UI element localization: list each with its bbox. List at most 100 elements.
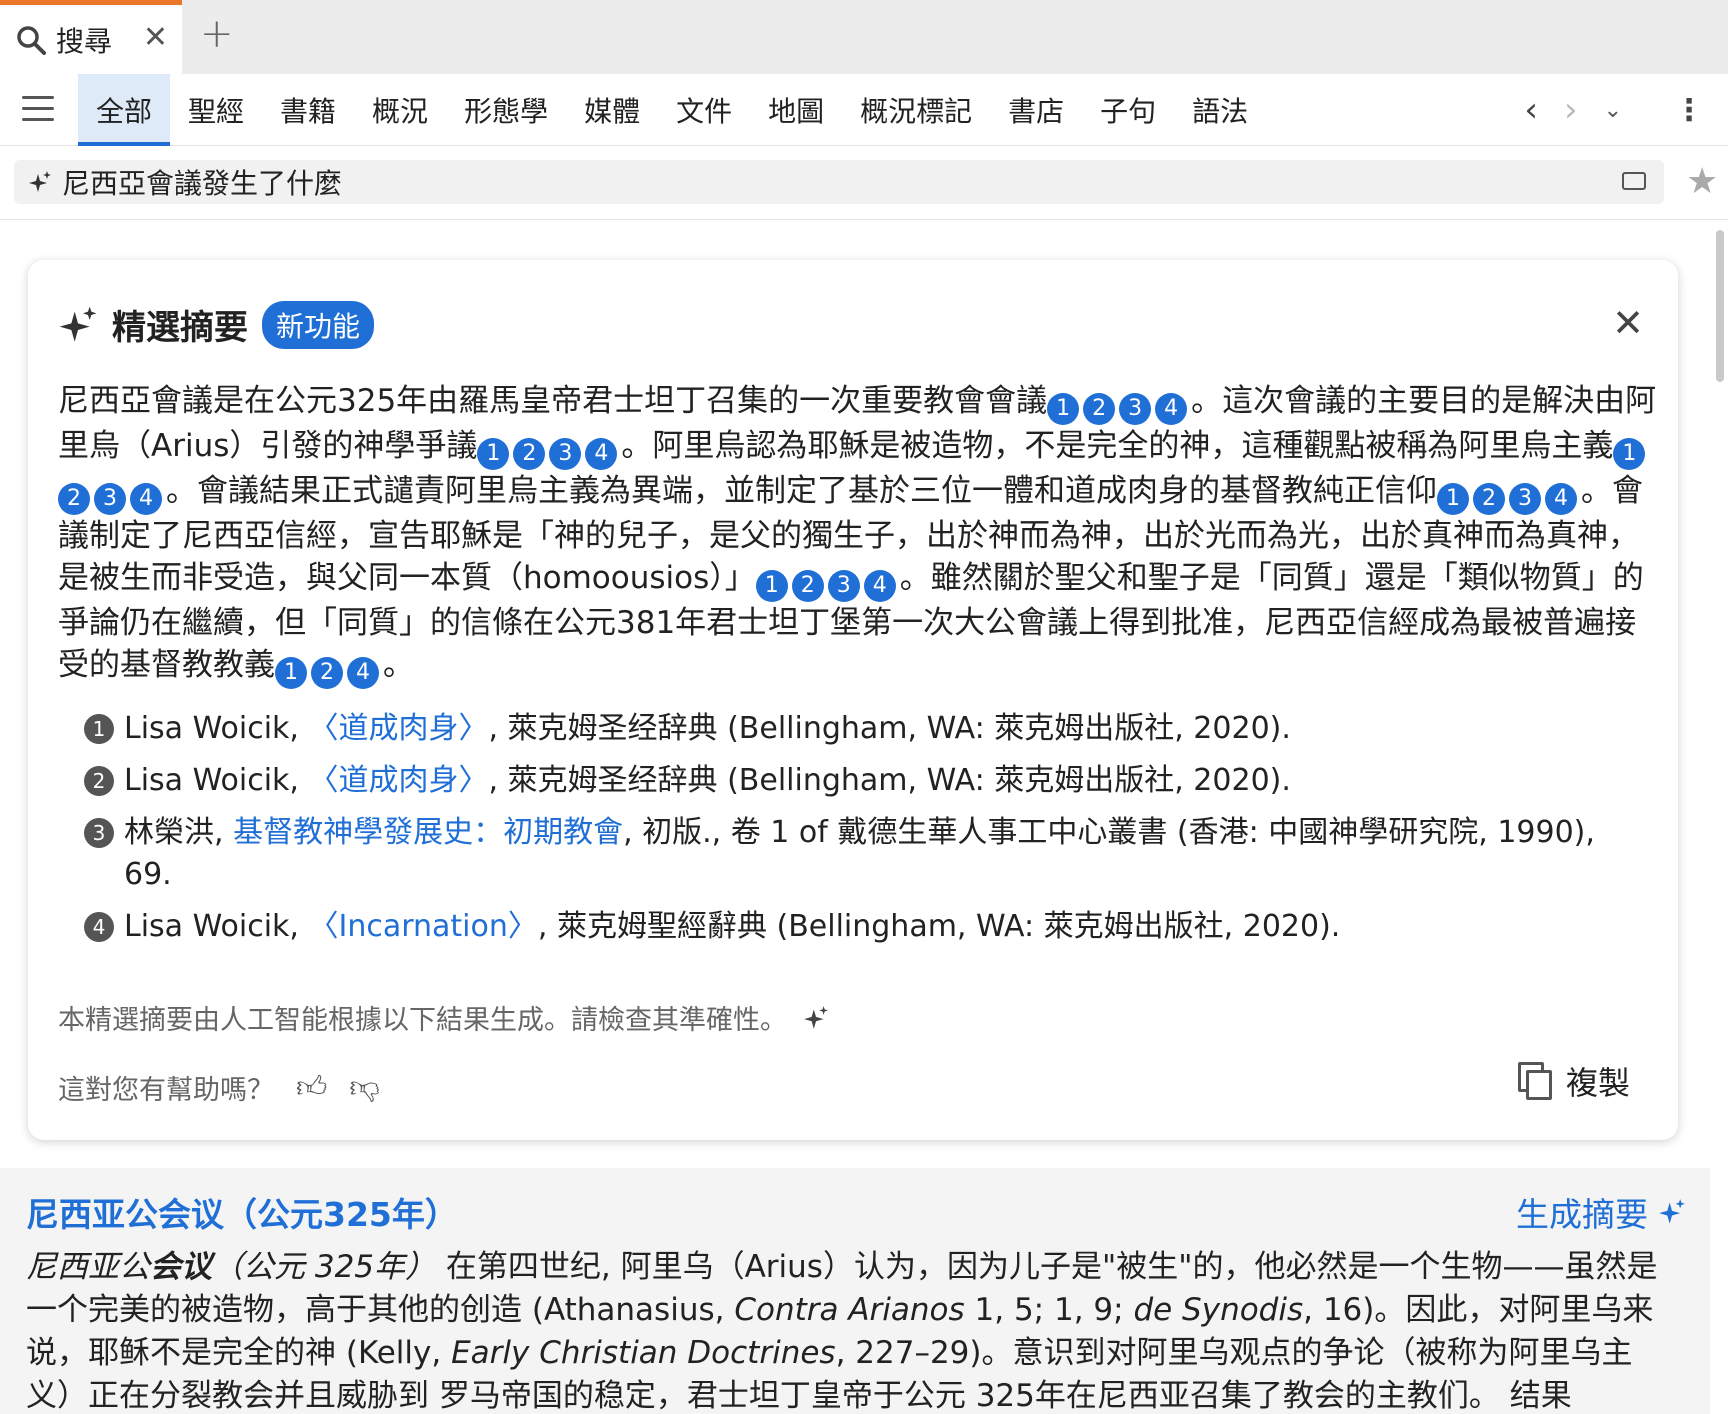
tab-category[interactable]: 概況 <box>354 74 446 146</box>
tab-title: 搜尋 <box>56 24 113 58</box>
chevron-right-icon[interactable]: › <box>1564 90 1578 130</box>
citation-badge[interactable]: 2 <box>1473 483 1505 515</box>
summary-disclaimer: 本精選摘要由人工智能根據以下結果生成。請檢查其準確性。 <box>58 998 829 1037</box>
result-text: 1, 5; 1, 9; <box>964 1292 1134 1328</box>
reference-item: 2 Lisa Woicik, 〈道成肉身〉, 萊克姆圣经辞典 (Bellingha… <box>84 760 1644 802</box>
new-feature-badge: 新功能 <box>262 300 375 349</box>
feedback-row: 這對您有幫助嗎？ 👍︎ 👎︎ <box>58 1068 380 1107</box>
citation-badge[interactable]: 1 <box>477 438 510 470</box>
reference-source: , 萊克姆圣经辞典 (Bellingham, WA: 萊克姆出版社, 2020)… <box>488 711 1291 746</box>
citation-badge[interactable]: 2 <box>791 570 824 602</box>
tab-category[interactable]: 概況標記 <box>842 74 990 146</box>
reference-list: 1 Lisa Woicik, 〈道成肉身〉, 萊克姆圣经辞典 (Bellingha… <box>84 708 1644 958</box>
copy-button[interactable]: 複製 <box>1517 1058 1630 1104</box>
keyboard-icon[interactable] <box>1622 172 1646 190</box>
reference-link[interactable]: 〈道成肉身〉 <box>308 763 488 798</box>
tab-category[interactable]: 語法 <box>1174 74 1266 146</box>
citation-badge[interactable]: 3 <box>94 483 126 515</box>
citation-badge[interactable]: 4 <box>347 657 379 689</box>
copy-label: 複製 <box>1565 1064 1630 1102</box>
citation-badge[interactable]: 4 <box>1545 483 1577 515</box>
tab-category[interactable]: 媒體 <box>566 74 658 146</box>
summary-card: 精選摘要 新功能 ✕ 尼西亞會議是在公元325年由羅馬皇帝君士坦丁召集的一次重要… <box>28 260 1678 1140</box>
result-text: Contra Arianos <box>734 1292 965 1328</box>
citation-badge[interactable]: 2 <box>1083 393 1116 425</box>
citation-badge[interactable]: 4 <box>1155 393 1188 425</box>
star-icon[interactable]: ★ <box>1686 164 1718 200</box>
menu-icon[interactable] <box>22 96 54 122</box>
citation-badge[interactable]: 1 <box>1437 483 1469 515</box>
tab-category[interactable]: 地圖 <box>750 74 842 146</box>
scrollbar[interactable] <box>1716 230 1724 382</box>
tab-category[interactable]: 聖經 <box>170 74 262 146</box>
reference-author: Lisa Woicik, <box>124 909 309 944</box>
search-box <box>14 160 1664 204</box>
summary-title: 精選摘要 <box>112 308 248 348</box>
summary-text: 尼西亞會議是在公元325年由羅馬皇帝君士坦丁召集的一次重要教會會議 <box>58 383 1048 419</box>
reference-number: 3 <box>84 818 114 848</box>
reference-body: 林榮洪, 基督教神學發展史：初期教會, 初版., 卷 1 of 戴德生華人事工中… <box>124 812 1644 896</box>
citation-badge[interactable]: 2 <box>513 438 546 470</box>
citation-badge[interactable]: 3 <box>1119 393 1152 425</box>
citation-badge[interactable]: 1 <box>755 570 788 602</box>
reference-link[interactable]: 〈Incarnation〉 <box>308 909 537 944</box>
tab-bar: 搜尋 ✕ + <box>0 0 1728 74</box>
reference-link[interactable]: 基督教神學發展史：初期教會 <box>233 815 623 850</box>
tab-category[interactable]: 書店 <box>990 74 1082 146</box>
citation-badge[interactable]: 1 <box>1047 393 1080 425</box>
reference-number: 2 <box>84 766 114 796</box>
result-text: （公元 325年） <box>212 1249 437 1285</box>
reference-item: 4 Lisa Woicik, 〈Incarnation〉, 萊克姆聖經辭典 (Be… <box>84 906 1644 948</box>
citation-badge[interactable]: 4 <box>130 483 162 515</box>
citation-badge[interactable]: 3 <box>549 438 582 470</box>
citation-badge[interactable]: 2 <box>311 657 343 689</box>
result-text: 尼西亚公 <box>26 1249 150 1285</box>
reference-source: , 萊克姆圣经辞典 (Bellingham, WA: 萊克姆出版社, 2020)… <box>488 763 1291 798</box>
summary-text: 。 <box>383 647 414 683</box>
citation-badge[interactable]: 3 <box>1509 483 1541 515</box>
citation-badge[interactable]: 4 <box>585 438 618 470</box>
thumbs-down-icon[interactable]: 👎︎ <box>349 1070 379 1106</box>
summary-header: 精選摘要 新功能 <box>58 300 375 349</box>
search-icon <box>17 25 46 55</box>
nav-arrows: ‹ › ⌄ ⋮ <box>1524 74 1704 146</box>
reference-item: 3 林榮洪, 基督教神學發展史：初期教會, 初版., 卷 1 of 戴德生華人事工… <box>84 812 1644 896</box>
citation-badge[interactable]: 2 <box>58 483 90 515</box>
result-title-link[interactable]: 尼西亚公会议（公元325年） <box>26 1188 458 1236</box>
tab-category[interactable]: 全部 <box>78 74 171 146</box>
search-result: 尼西亚公会议（公元325年） 生成摘要 尼西亚公会议（公元 325年） 在第四世… <box>0 1168 1710 1414</box>
result-text: Early Christian Doctrines <box>451 1335 836 1371</box>
search-input[interactable] <box>62 165 1562 199</box>
reference-source: , 萊克姆聖經辭典 (Bellingham, WA: 萊克姆出版社, 2020)… <box>537 909 1341 944</box>
chevron-down-icon[interactable]: ⌄ <box>1604 98 1622 123</box>
reference-number: 4 <box>84 912 114 942</box>
citation-badge[interactable]: 4 <box>863 570 896 602</box>
result-snippet: 尼西亚公会议（公元 325年） 在第四世纪, 阿里乌（Arius）认为，因为儿子… <box>26 1246 1676 1414</box>
thumbs-up-icon[interactable]: 👍︎ <box>296 1070 327 1106</box>
summary-paragraph: 尼西亞會議是在公元325年由羅馬皇帝君士坦丁召集的一次重要教會會議 1 2 3 4 。這次… <box>58 380 1658 689</box>
reference-number: 1 <box>84 714 114 744</box>
reference-author: Lisa Woicik, <box>124 763 309 798</box>
summary-text: 。會議結果正式譴責阿里烏主義為異端，並制定了基於三位一體和道成肉身的基督教純正信… <box>166 473 1437 509</box>
generate-summary-button[interactable]: 生成摘要 <box>1516 1188 1686 1236</box>
new-tab-button[interactable]: + <box>200 14 234 54</box>
tab-category[interactable]: 形態學 <box>446 74 566 146</box>
sparkle-icon <box>29 171 51 192</box>
tab-category[interactable]: 書籍 <box>262 74 354 146</box>
reference-body: Lisa Woicik, 〈道成肉身〉, 萊克姆圣经辞典 (Bellingham… <box>124 708 1644 750</box>
reference-link[interactable]: 〈道成肉身〉 <box>308 711 488 746</box>
more-icon[interactable]: ⋮ <box>1674 93 1704 128</box>
close-icon[interactable]: ✕ <box>1612 304 1644 342</box>
tab-category[interactable]: 文件 <box>658 74 750 146</box>
close-icon[interactable]: ✕ <box>143 23 168 53</box>
copy-icon <box>1517 1062 1552 1100</box>
category-tabs: 全部 聖經 書籍 概況 形態學 媒體 文件 地圖 概況標記 書店 子句 語法 <box>78 74 1266 146</box>
sparkle-icon <box>59 306 97 342</box>
tab-search[interactable]: 搜尋 ✕ <box>0 0 182 74</box>
reference-author: 林榮洪, <box>124 815 234 850</box>
chevron-left-icon[interactable]: ‹ <box>1524 90 1538 130</box>
citation-badge[interactable]: 1 <box>1613 438 1646 470</box>
citation-badge[interactable]: 3 <box>827 570 860 602</box>
citation-badge[interactable]: 1 <box>275 657 307 689</box>
tab-category[interactable]: 子句 <box>1082 74 1174 146</box>
